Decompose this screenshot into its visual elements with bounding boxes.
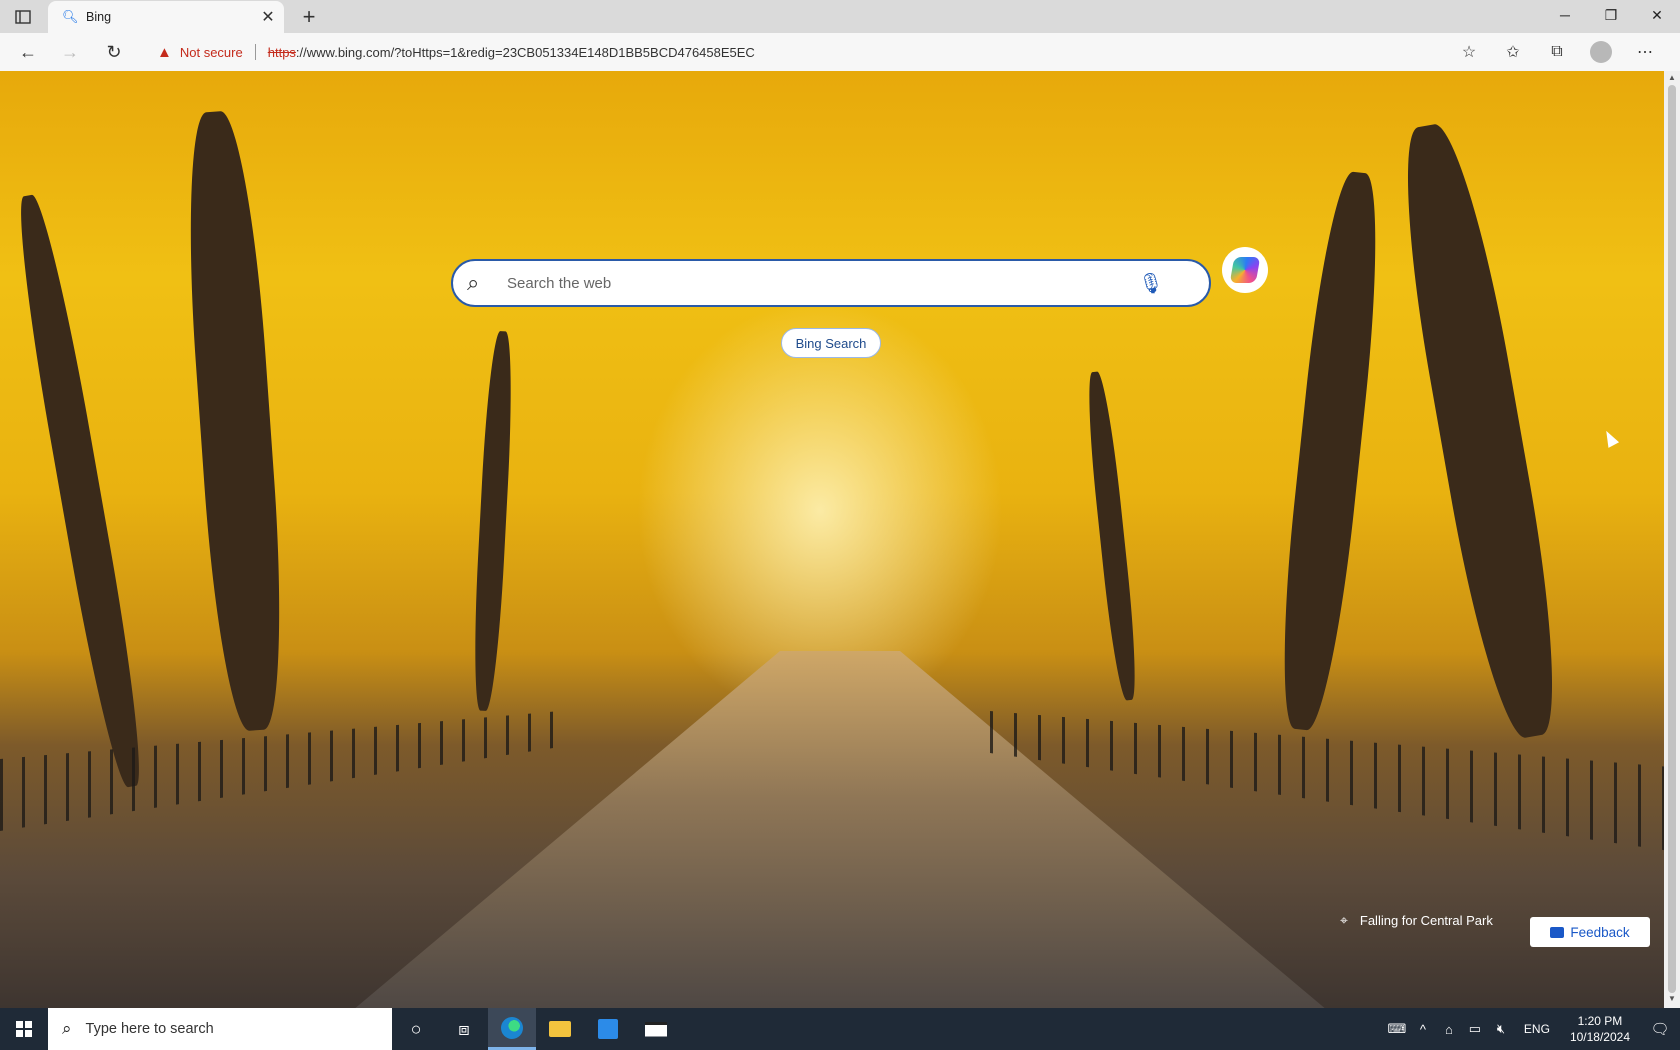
browser-titlebar: 🔍︎ Bing ✕ + ─ ❐ ✕ [0,0,1680,33]
warning-icon: ▲ [157,43,172,61]
location-pin-icon: ⌖ [1340,911,1348,928]
add-favorite-icon[interactable]: ☆ [1454,37,1484,67]
store-taskbar-icon[interactable] [584,1008,632,1050]
more-options-icon[interactable]: ⋯ [1630,37,1660,67]
close-window-button[interactable]: ✕ [1634,0,1680,30]
notification-icon[interactable]: 🗨︎ [1640,1008,1680,1050]
forward-button[interactable]: → [56,38,84,66]
tab-close-icon[interactable]: ✕ [256,7,280,27]
image-caption-text: Falling for Central Park [1359,912,1493,928]
page-scrollbar[interactable]: ▲ ▼ [1664,71,1680,1008]
start-button[interactable] [0,1008,48,1050]
copilot-button[interactable] [1222,247,1268,293]
tab-actions-icon [15,10,31,24]
scroll-up-arrow-icon[interactable]: ▲ [1664,73,1680,85]
keyboard-icon[interactable]: ⌨ [1384,1021,1410,1037]
mail-taskbar-icon[interactable] [632,1008,680,1050]
edge-taskbar-icon[interactable] [488,1008,536,1050]
task-view-icon[interactable]: ⧈ [440,1008,488,1050]
collections-icon[interactable]: ⧉ [1542,37,1572,67]
security-status[interactable]: Not secure [180,45,243,60]
background-tree [1082,370,1142,702]
search-input[interactable]: ⌕ Search the web 🎙︎ [451,259,1211,307]
background-fence [0,711,560,831]
clock-time: 1:20 PM [1577,1014,1623,1028]
scroll-thumb[interactable] [1668,85,1676,993]
new-tab-button[interactable]: + [296,4,322,30]
mouse-cursor [1600,428,1620,448]
mail-icon [645,1021,667,1037]
background-tree [470,330,516,712]
search-icon: ⌕ [467,270,480,295]
scroll-down-arrow-icon[interactable]: ▼ [1664,994,1680,1006]
url-text: ://www.bing.com/?toHttps=1&redig=23CB051… [295,44,755,60]
taskbar-search-box[interactable]: ⌕ Type here to search [48,1008,392,1050]
windows-taskbar: ⌕ Type here to search ○ ⧈ ⌨ ^ ⌂ ▭ 🔇︎ ENG… [0,1008,1680,1050]
taskbar-search-placeholder: Type here to search [85,1021,214,1037]
window-controls: ─ ❐ ✕ [1542,0,1680,33]
background-path [340,651,1340,1008]
store-icon [598,1019,618,1039]
copilot-icon [1229,257,1261,283]
toolbar-right: ☆ ✩ ⧉ ⋯ [1454,37,1660,67]
refresh-button[interactable]: ↻ [100,38,128,66]
bing-search-button[interactable]: Bing Search [781,328,881,358]
address-bar[interactable]: ▲ Not secure https ://www.bing.com/?toHt… [145,36,1485,68]
background-tree [1386,118,1574,744]
search-placeholder: Search the web [507,274,612,292]
windows-logo-icon [16,1021,32,1037]
edge-icon [501,1016,523,1039]
network-icon[interactable]: ▭ [1462,1021,1488,1037]
search-icon: ⌕ [62,1019,72,1038]
divider [254,44,256,60]
system-tray: ⌨ ^ ⌂ ▭ 🔇︎ ENG 1:20 PM 10/18/2024 🗨︎ [1384,1008,1680,1050]
browser-toolbar: ← → ↻ ▲ Not secure https ://www.bing.com… [0,33,1680,72]
favorites-icon[interactable]: ✩ [1498,37,1528,67]
clock-date: 10/18/2024 [1569,1030,1630,1044]
background-tree [178,109,292,733]
clock[interactable]: 1:20 PM 10/18/2024 [1570,1013,1630,1045]
restore-button[interactable]: ❐ [1588,0,1634,30]
tab-actions-button[interactable] [10,6,36,28]
meet-now-icon[interactable]: ⌂ [1436,1022,1462,1037]
minimize-button[interactable]: ─ [1542,0,1588,30]
image-caption[interactable]: ⌖ Falling for Central Park [1340,907,1493,933]
feedback-button[interactable]: Feedback [1530,917,1650,947]
url-scheme: https [267,44,296,60]
bing-homepage: ⌕ Search the web 🎙︎ Bing Search ⌖ Fallin… [0,71,1664,1008]
volume-muted-icon[interactable]: 🔇︎ [1488,1021,1514,1037]
tab-bing[interactable]: 🔍︎ Bing ✕ [48,1,284,33]
cortana-icon[interactable]: ○ [392,1008,440,1050]
language-indicator[interactable]: ENG [1524,1022,1550,1036]
chevron-up-icon[interactable]: ^ [1410,1022,1436,1037]
microphone-icon[interactable]: 🎙︎ [1137,271,1165,296]
background-tree [1270,169,1390,733]
feedback-label: Feedback [1570,924,1630,940]
feedback-icon [1550,926,1565,938]
back-button[interactable]: ← [14,38,42,66]
profile-avatar[interactable] [1590,41,1612,63]
search-icon: 🔍︎ [62,9,79,24]
file-explorer-taskbar-icon[interactable] [536,1008,584,1050]
background-tree [8,192,152,790]
folder-icon [549,1021,571,1037]
tab-title: Bing [86,10,112,24]
